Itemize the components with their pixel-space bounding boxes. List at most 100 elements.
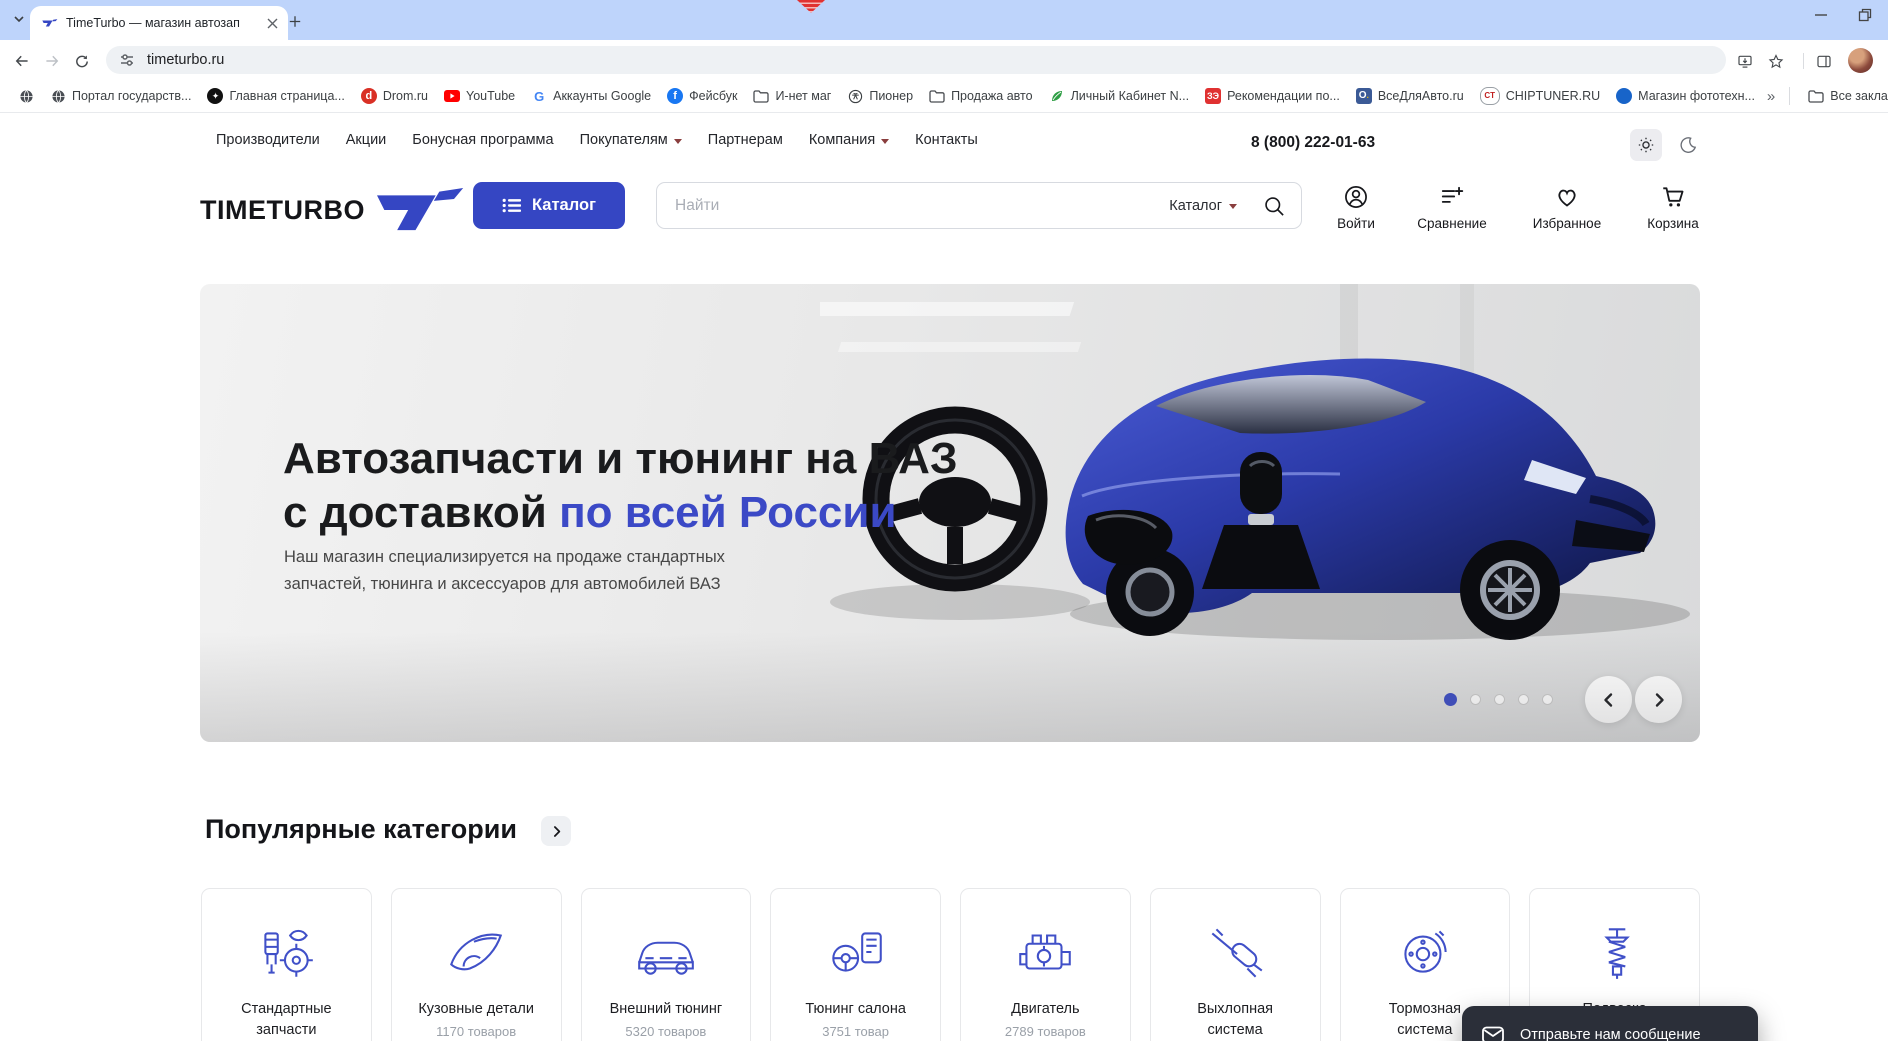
install-app-icon[interactable] <box>1731 47 1759 75</box>
category-card-interior-tuning[interactable]: Тюнинг салона 3751 товар <box>770 888 941 1041</box>
cart-button[interactable]: Корзина <box>1618 184 1728 231</box>
chat-widget-label: Отправьте нам сообщение <box>1520 1027 1701 1041</box>
spare-parts-icon <box>264 929 314 977</box>
nav-item-buyers[interactable]: Покупателям <box>580 132 682 148</box>
bookmark-label: YouTube <box>466 89 516 103</box>
bookmark-label: ВсеДляАвто.ru <box>1377 89 1464 103</box>
bookmark-item[interactable]: G Аккаунты Google <box>523 85 659 107</box>
bookmark-label: Продажа авто <box>951 89 1033 103</box>
bookmark-item[interactable]: И-нет маг <box>745 85 839 107</box>
tab-close-button[interactable] <box>265 16 280 31</box>
category-name: Двигатель <box>1011 1001 1080 1017</box>
address-bar[interactable]: timeturbo.ru <box>106 46 1726 74</box>
blue-badge-icon: O. <box>1355 88 1372 104</box>
bookmark-item[interactable]: Продажа авто <box>921 85 1041 107</box>
exhaust-icon <box>1211 928 1263 978</box>
carousel-dot-4[interactable] <box>1518 694 1529 705</box>
carousel-dot-2[interactable] <box>1470 694 1481 705</box>
reload-button[interactable] <box>68 47 96 75</box>
bookmark-item[interactable] <box>10 85 42 107</box>
nav-item-partners[interactable]: Партнерам <box>708 132 783 148</box>
new-tab-button[interactable] <box>283 9 307 33</box>
browser-tab[interactable]: TimeTurbo — магазин автозап <box>30 6 288 40</box>
carousel-prev-button[interactable] <box>1585 676 1632 723</box>
folder-icon <box>929 88 945 104</box>
category-name: Тюнинг салона <box>805 1001 906 1017</box>
tab-strip: TimeTurbo — магазин автозап <box>0 0 1888 40</box>
compare-button[interactable]: Сравнение <box>1397 184 1507 231</box>
all-bookmarks-button[interactable]: Все закла... <box>1800 85 1888 107</box>
bookmarks-bar: Портал государств... ✦ Главная страница.… <box>0 80 1888 113</box>
envelope-icon <box>1480 1022 1506 1041</box>
bookmark-item[interactable]: YouTube <box>436 85 523 107</box>
category-card-exterior-tuning[interactable]: Внешний тюнинг 5320 товаров <box>580 888 752 1041</box>
chiptuner-icon: CT <box>1479 87 1500 105</box>
bookmark-item[interactable]: ЗЭ Рекомендации по... <box>1197 85 1348 107</box>
bookmark-item[interactable]: Личный Кабинет N... <box>1041 85 1198 107</box>
nav-item-contacts[interactable]: Контакты <box>915 132 978 148</box>
bookmark-item[interactable]: CT CHIPTUNER.RU <box>1472 84 1608 108</box>
back-button[interactable] <box>8 47 36 75</box>
bookmark-item[interactable]: Портал государств... <box>42 85 199 107</box>
search-scope-select[interactable]: Каталог <box>1169 183 1237 228</box>
site-logo[interactable]: TIMETURBO <box>200 188 469 232</box>
bookmarks-divider <box>1789 87 1791 105</box>
nav-item-manufacturers[interactable]: Производители <box>216 132 320 148</box>
site-settings-icon[interactable] <box>119 52 135 68</box>
carousel-dots <box>1444 693 1553 706</box>
popular-categories-heading: Популярные категории <box>205 813 517 844</box>
category-card-spare-parts[interactable]: Стандартные запчасти 4316 товаров <box>201 888 372 1041</box>
login-button[interactable]: Войти <box>1301 184 1411 231</box>
phone-link[interactable]: 8 (800) 222-01-63 <box>1251 134 1375 152</box>
bookmark-item[interactable]: f Фейсбук <box>659 85 745 107</box>
bookmark-item[interactable]: Пионер <box>839 85 921 107</box>
carousel-dot-1[interactable] <box>1444 693 1457 706</box>
category-card-body-parts[interactable]: Кузовные детали 1170 товаров <box>390 888 562 1041</box>
chevron-left-icon <box>1601 692 1617 708</box>
hero-title: Автозапчасти и тюнинг на ВАЗ с доставкой… <box>283 434 958 537</box>
bookmark-star-icon[interactable] <box>1762 47 1790 75</box>
category-name: Стандартные запчасти <box>241 1001 332 1038</box>
catalog-button[interactable]: Каталог <box>473 182 625 229</box>
chat-widget-button[interactable]: Отправьте нам сообщение <box>1462 1006 1758 1041</box>
category-count: 2789 товаров <box>1004 1024 1086 1039</box>
car-exterior-icon <box>638 941 694 975</box>
category-count: 5320 товаров <box>625 1024 707 1039</box>
nav-item-promos[interactable]: Акции <box>346 132 387 148</box>
category-card-engine[interactable]: Двигатель 2789 товаров <box>960 888 1131 1041</box>
hero-banner: Автозапчасти и тюнинг на ВАЗ с доставкой… <box>200 284 1700 742</box>
compass-icon: ✦ <box>207 88 224 104</box>
bookmark-item[interactable]: O. ВсеДляАвто.ru <box>1348 85 1472 107</box>
carousel-dot-3[interactable] <box>1494 694 1505 705</box>
side-panel-icon[interactable] <box>1810 47 1838 75</box>
tab-search-button[interactable] <box>7 8 31 32</box>
bookmark-label: Пионер <box>869 89 914 103</box>
chevron-down-icon <box>881 138 890 144</box>
login-label: Войти <box>1337 216 1375 231</box>
pioneer-icon <box>847 88 863 104</box>
favorites-label: Избранное <box>1532 216 1602 231</box>
search-submit-button[interactable] <box>1261 193 1287 219</box>
forward-button[interactable] <box>38 47 66 75</box>
bookmark-label: Фейсбук <box>689 89 738 103</box>
chevron-down-icon <box>1229 204 1237 209</box>
bookmark-item[interactable]: ✦ Главная страница... <box>199 85 352 107</box>
nav-item-company[interactable]: Компания <box>809 132 890 148</box>
category-card-exhaust[interactable]: Выхлопная система 1448 товаров <box>1149 888 1321 1041</box>
carousel-dot-5[interactable] <box>1542 694 1553 705</box>
window-restore-button[interactable] <box>1858 8 1872 22</box>
carousel-next-button[interactable] <box>1635 676 1682 723</box>
favicon-timeturbo-icon <box>42 16 58 30</box>
nav-item-bonus-program[interactable]: Бонусная программа <box>412 132 553 148</box>
bookmark-item[interactable]: Магазин фототехн... <box>1608 85 1763 107</box>
dark-theme-button[interactable] <box>1674 131 1702 159</box>
light-theme-button[interactable] <box>1630 129 1662 161</box>
popular-categories-more-button[interactable] <box>541 816 571 846</box>
favorites-button[interactable]: Избранное <box>1512 184 1622 231</box>
bookmarks-overflow-button[interactable]: » <box>1763 88 1779 105</box>
window-minimize-button[interactable] <box>1814 8 1828 22</box>
sun-icon <box>1637 136 1655 154</box>
bookmark-item[interactable]: d Drom.ru <box>353 85 436 107</box>
profile-avatar[interactable] <box>1848 48 1873 73</box>
cart-label: Корзина <box>1647 216 1699 231</box>
